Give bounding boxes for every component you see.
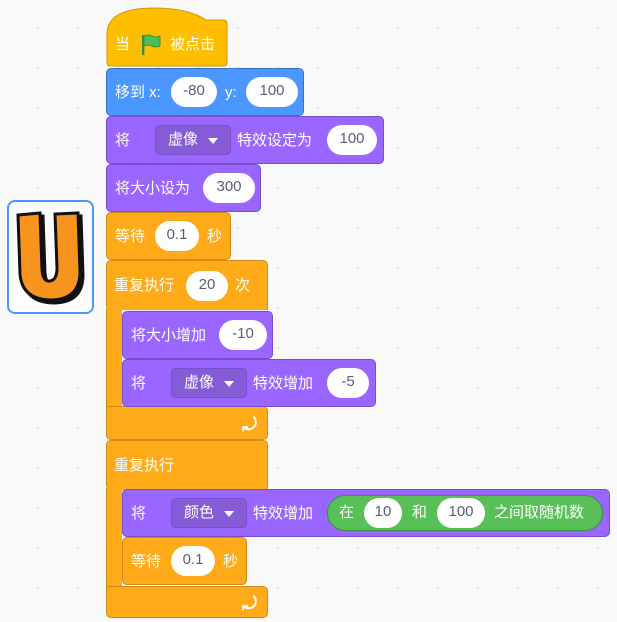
set-effect-value-input[interactable]: 100 (327, 125, 377, 155)
set-effect-label: 特效设定为 (237, 132, 313, 149)
set-effect-block[interactable]: 将 虚像 特效设定为 100 (106, 116, 384, 164)
sprite-thumbnail[interactable] (7, 200, 94, 314)
y-input[interactable]: 100 (246, 77, 298, 107)
change-effect-dropdown-value: 虚像 (184, 374, 215, 391)
set-size-label: 将大小设为 (115, 180, 191, 197)
chevron-down-icon (224, 381, 234, 387)
repeat-unit: 次 (235, 277, 251, 294)
loop-arrow-icon: ⤾ (242, 415, 257, 435)
change-effect-value-input[interactable]: -5 (327, 368, 369, 398)
change-effect-label: 特效增加 (253, 375, 314, 392)
change-size-label: 将大小增加 (131, 327, 207, 344)
green-flag-icon (139, 33, 163, 61)
wait-input[interactable]: 0.1 (155, 221, 199, 251)
chevron-down-icon (208, 138, 218, 144)
change-size-input[interactable]: -10 (219, 320, 267, 350)
forever-wait-label: 等待 (131, 553, 162, 570)
color-effect-dropdown[interactable]: 颜色 (171, 498, 247, 528)
when-flag-clicked-hat[interactable]: 当 被点击 (106, 2, 228, 68)
forever-wait-input[interactable]: 0.1 (171, 546, 215, 576)
forever-label: 重复执行 (114, 457, 175, 474)
color-effect-dropdown-value: 颜色 (184, 504, 215, 521)
random-from-input[interactable]: 10 (364, 498, 402, 528)
forever-wait-unit: 秒 (223, 553, 239, 570)
change-color-label: 特效增加 (253, 505, 314, 522)
change-effect-verb: 将 (131, 375, 147, 392)
random-to-input[interactable]: 100 (437, 498, 485, 528)
goto-label: 移到 x: (115, 84, 161, 101)
x-input[interactable]: -80 (171, 77, 217, 107)
go-to-xy-block[interactable]: 移到 x: -80 y: 100 (106, 68, 304, 116)
change-color-effect-block[interactable]: 将 颜色 特效增加 在 10 和 100 之间取随机数 (122, 489, 610, 537)
hat-when-text: 当 (115, 36, 131, 53)
random-and: 和 (412, 504, 428, 521)
forever-wait-block[interactable]: 等待 0.1 秒 (122, 537, 247, 585)
wait-unit: 秒 (207, 228, 223, 245)
loop-arrow-icon: ⤾ (242, 594, 257, 614)
repeat-times-input[interactable]: 20 (186, 271, 228, 301)
repeat-label: 重复执行 (114, 277, 175, 294)
change-size-block[interactable]: 将大小增加 -10 (122, 311, 273, 359)
goto-y-label: y: (225, 84, 237, 101)
repeat-block-arm (106, 308, 122, 408)
set-effect-verb: 将 (115, 132, 131, 149)
random-suffix: 之间取随机数 (494, 504, 585, 521)
wait-block[interactable]: 等待 0.1 秒 (106, 212, 231, 260)
chevron-down-icon (224, 511, 234, 517)
effect-dropdown-value: 虚像 (168, 131, 199, 148)
pick-random-reporter[interactable]: 在 10 和 100 之间取随机数 (327, 495, 603, 531)
random-prefix: 在 (339, 504, 355, 521)
forever-block-arm (106, 488, 122, 588)
effect-dropdown[interactable]: 虚像 (155, 125, 231, 155)
letter-u-sprite-icon (16, 211, 85, 305)
set-size-input[interactable]: 300 (203, 173, 255, 203)
change-effect-dropdown[interactable]: 虚像 (171, 368, 247, 398)
change-effect-block[interactable]: 将 虚像 特效增加 -5 (122, 359, 376, 407)
wait-label: 等待 (115, 228, 146, 245)
set-size-block[interactable]: 将大小设为 300 (106, 164, 261, 212)
hat-clicked-text: 被点击 (170, 36, 216, 53)
change-color-verb: 将 (131, 505, 147, 522)
